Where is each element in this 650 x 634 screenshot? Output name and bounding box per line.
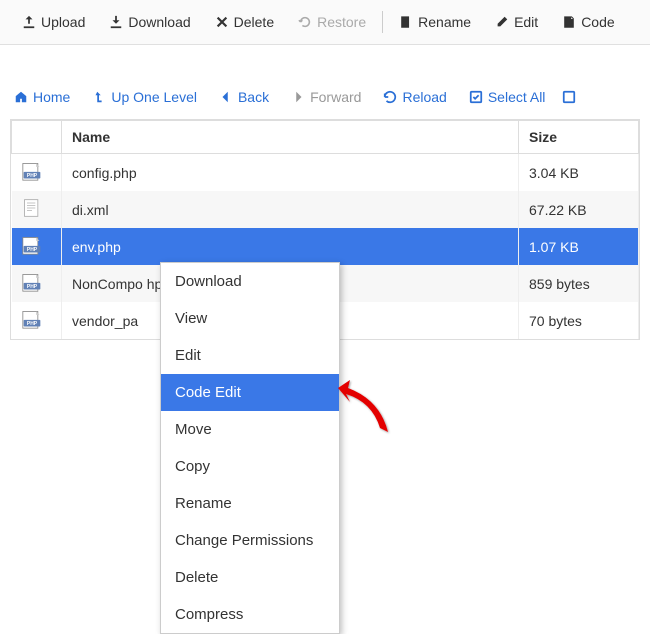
- context-item-move[interactable]: Move: [161, 411, 339, 448]
- pencil-icon: [495, 15, 509, 29]
- download-button[interactable]: Download: [97, 8, 202, 36]
- upload-button[interactable]: Upload: [10, 8, 97, 36]
- svg-text:PHP: PHP: [26, 173, 37, 179]
- code-button[interactable]: Code: [550, 8, 626, 36]
- main-toolbar: Upload Download Delete Restore Rename Ed…: [0, 0, 650, 45]
- rename-icon: [399, 15, 413, 29]
- up-label: Up One Level: [111, 89, 197, 105]
- download-label: Download: [128, 14, 190, 30]
- reload-button[interactable]: Reload: [383, 89, 446, 105]
- col-size-header[interactable]: Size: [519, 121, 639, 154]
- file-size-cell: 70 bytes: [519, 302, 639, 339]
- svg-text:PHP: PHP: [26, 247, 37, 253]
- svg-text:PHP: PHP: [26, 284, 37, 290]
- file-name-cell: config.php: [62, 154, 519, 192]
- check-square-icon: [469, 90, 483, 104]
- forward-label: Forward: [310, 89, 361, 105]
- context-item-edit[interactable]: Edit: [161, 337, 339, 374]
- context-item-rename[interactable]: Rename: [161, 485, 339, 522]
- file-type-icon: PHP: [12, 265, 62, 302]
- file-type-icon: [12, 191, 62, 228]
- restore-label: Restore: [317, 14, 366, 30]
- code-label: Code: [581, 14, 614, 30]
- rename-button[interactable]: Rename: [387, 8, 483, 36]
- context-menu: DownloadViewEditCode EditMoveCopyRenameC…: [160, 262, 340, 634]
- back-label: Back: [238, 89, 269, 105]
- rename-label: Rename: [418, 14, 471, 30]
- upload-icon: [22, 15, 36, 29]
- unselect-button[interactable]: [562, 90, 576, 104]
- reload-label: Reload: [402, 89, 446, 105]
- delete-label: Delete: [234, 14, 274, 30]
- file-size-cell: 859 bytes: [519, 265, 639, 302]
- delete-icon: [215, 15, 229, 29]
- upload-label: Upload: [41, 14, 85, 30]
- context-item-code-edit[interactable]: Code Edit: [161, 374, 339, 411]
- file-type-icon: PHP: [12, 228, 62, 265]
- nav-toolbar: Home Up One Level Back Forward Reload Se…: [0, 75, 650, 119]
- arrow-right-icon: [291, 90, 305, 104]
- context-item-change-permissions[interactable]: Change Permissions: [161, 522, 339, 559]
- back-button[interactable]: Back: [219, 89, 269, 105]
- svg-text:PHP: PHP: [26, 321, 37, 327]
- table-row[interactable]: di.xml67.22 KB: [12, 191, 639, 228]
- file-size-cell: 67.22 KB: [519, 191, 639, 228]
- file-name-cell: env.php: [62, 228, 519, 265]
- code-icon: [562, 15, 576, 29]
- square-icon: [562, 90, 576, 104]
- restore-icon: [298, 15, 312, 29]
- home-button[interactable]: Home: [14, 89, 70, 105]
- col-icon-header[interactable]: [12, 121, 62, 154]
- file-type-icon: PHP: [12, 154, 62, 192]
- file-size-cell: 1.07 KB: [519, 228, 639, 265]
- edit-button[interactable]: Edit: [483, 8, 550, 36]
- file-name-cell: di.xml: [62, 191, 519, 228]
- level-up-icon: [92, 90, 106, 104]
- select-all-button[interactable]: Select All: [469, 89, 546, 105]
- context-item-delete[interactable]: Delete: [161, 559, 339, 596]
- context-item-download[interactable]: Download: [161, 263, 339, 300]
- table-row[interactable]: PHP env.php1.07 KB: [12, 228, 639, 265]
- file-size-cell: 3.04 KB: [519, 154, 639, 192]
- context-item-view[interactable]: View: [161, 300, 339, 337]
- table-row[interactable]: PHP config.php3.04 KB: [12, 154, 639, 192]
- edit-label: Edit: [514, 14, 538, 30]
- delete-button[interactable]: Delete: [203, 8, 286, 36]
- select-all-label: Select All: [488, 89, 546, 105]
- file-type-icon: PHP: [12, 302, 62, 339]
- arrow-left-icon: [219, 90, 233, 104]
- home-icon: [14, 90, 28, 104]
- context-item-compress[interactable]: Compress: [161, 596, 339, 633]
- download-icon: [109, 15, 123, 29]
- restore-button: Restore: [286, 8, 378, 36]
- toolbar-separator: [382, 11, 383, 33]
- annotation-arrow: [330, 380, 400, 440]
- col-name-header[interactable]: Name: [62, 121, 519, 154]
- context-item-copy[interactable]: Copy: [161, 448, 339, 485]
- forward-button: Forward: [291, 89, 361, 105]
- up-button[interactable]: Up One Level: [92, 89, 197, 105]
- reload-icon: [383, 90, 397, 104]
- home-label: Home: [33, 89, 70, 105]
